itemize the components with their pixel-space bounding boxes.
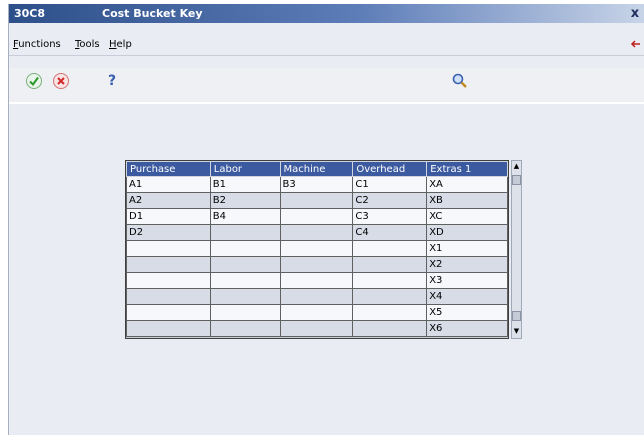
table-row[interactable]: D2 C4 XD [126, 224, 508, 241]
scroll-down-arrow-icon[interactable]: ▼ [512, 327, 521, 336]
grid-cell[interactable] [279, 192, 354, 209]
cost-bucket-grid[interactable]: Purchase Labor Machine Overhead Extras 1… [125, 160, 509, 339]
table-row[interactable]: A1 B1 B3 C1 XA [126, 176, 508, 193]
title-bar: 30C8 Cost Bucket Key x [9, 4, 644, 23]
grid-cell[interactable] [209, 288, 281, 305]
grid-cell[interactable] [352, 256, 428, 273]
ok-checkmark-icon[interactable] [25, 72, 43, 90]
grid-cell[interactable] [352, 320, 428, 337]
col-header-machine[interactable]: Machine [279, 161, 354, 177]
col-header-purchase[interactable]: Purchase [126, 161, 211, 177]
menu-tools[interactable]: Tools [75, 36, 100, 54]
grid-cell[interactable]: C1 [352, 176, 428, 193]
search-magnifier-icon[interactable] [451, 72, 469, 90]
scroll-thumb-lower[interactable] [512, 311, 521, 321]
grid-cell[interactable] [352, 272, 428, 289]
grid-cell[interactable]: B4 [209, 208, 281, 225]
grid-cell[interactable]: D1 [126, 208, 211, 225]
application-window: 30C8 Cost Bucket Key x Functions Tools H… [8, 4, 644, 435]
menu-functions[interactable]: Functions [13, 36, 61, 54]
grid-cell[interactable] [279, 240, 354, 257]
grid-cell[interactable] [126, 272, 211, 289]
help-icon[interactable]: ? [103, 72, 121, 90]
table-row[interactable]: X4 [126, 288, 508, 305]
grid-cell[interactable]: X4 [426, 288, 508, 305]
table-row[interactable]: X2 [126, 256, 508, 273]
close-button[interactable]: x [629, 4, 641, 23]
grid-cell[interactable] [279, 224, 354, 241]
grid-cell[interactable]: A2 [126, 192, 211, 209]
grid-cell[interactable] [279, 272, 354, 289]
menu-bar: Functions Tools Help [9, 36, 644, 54]
table-row[interactable]: D1 B4 C3 XC [126, 208, 508, 225]
grid-cell[interactable] [126, 288, 211, 305]
grid-cell[interactable]: B2 [209, 192, 281, 209]
grid-cell[interactable]: X3 [426, 272, 508, 289]
grid-cell[interactable]: X5 [426, 304, 508, 321]
grid-cell[interactable]: C2 [352, 192, 428, 209]
grid-cell[interactable] [279, 208, 354, 225]
form-body: Purchase Labor Machine Overhead Extras 1… [9, 104, 644, 435]
grid-header-row: Purchase Labor Machine Overhead Extras 1 [126, 161, 508, 177]
grid-cell[interactable] [126, 304, 211, 321]
grid-cell[interactable] [352, 288, 428, 305]
toolbar: ? [9, 68, 644, 102]
grid-cell[interactable]: B3 [279, 176, 354, 193]
grid-cell[interactable] [126, 240, 211, 257]
grid-cell[interactable]: A1 [126, 176, 211, 193]
form-code: 30C8 [14, 7, 46, 20]
menu-help[interactable]: Help [109, 36, 132, 54]
grid-cell[interactable]: XA [426, 176, 508, 193]
grid-cell[interactable] [209, 320, 281, 337]
scroll-up-arrow-icon[interactable]: ▲ [512, 162, 521, 171]
grid-cell[interactable]: C4 [352, 224, 428, 241]
grid-cell[interactable] [279, 304, 354, 321]
grid-cell[interactable]: X2 [426, 256, 508, 273]
table-row[interactable]: A2 B2 C2 XB [126, 192, 508, 209]
grid-cell[interactable] [279, 256, 354, 273]
grid-table: Purchase Labor Machine Overhead Extras 1… [126, 161, 508, 337]
table-row[interactable]: X1 [126, 240, 508, 257]
grid-cell[interactable] [279, 288, 354, 305]
grid-cell[interactable] [279, 320, 354, 337]
table-row[interactable]: X3 [126, 272, 508, 289]
grid-cell[interactable] [209, 224, 281, 241]
grid-cell[interactable]: X6 [426, 320, 508, 337]
table-row[interactable]: X6 [126, 320, 508, 337]
grid-cell[interactable]: X1 [426, 240, 508, 257]
grid-cell[interactable] [209, 240, 281, 257]
grid-cell[interactable]: D2 [126, 224, 211, 241]
window-title: Cost Bucket Key [102, 7, 203, 20]
grid-cell[interactable]: XC [426, 208, 508, 225]
grid-cell[interactable]: B1 [209, 176, 281, 193]
col-header-overhead[interactable]: Overhead [352, 161, 428, 177]
menu-divider [9, 55, 644, 56]
grid-cell[interactable] [209, 256, 281, 273]
grid-vertical-scrollbar[interactable]: ▲ ▼ [511, 160, 522, 339]
col-header-labor[interactable]: Labor [209, 161, 281, 177]
table-row[interactable]: X5 [126, 304, 508, 321]
grid-cell[interactable]: C3 [352, 208, 428, 225]
grid-cell[interactable] [126, 256, 211, 273]
grid-cell[interactable] [352, 240, 428, 257]
grid-cell[interactable]: XD [426, 224, 508, 241]
grid-cell[interactable] [209, 304, 281, 321]
grid-cell[interactable] [352, 304, 428, 321]
cancel-icon[interactable] [52, 72, 70, 90]
exit-arrow-icon[interactable] [630, 38, 642, 52]
grid-cell[interactable] [209, 272, 281, 289]
scroll-thumb[interactable] [512, 175, 521, 185]
grid-cell[interactable] [126, 320, 211, 337]
col-header-extras-1[interactable]: Extras 1 [426, 161, 508, 177]
grid-cell[interactable]: XB [426, 192, 508, 209]
